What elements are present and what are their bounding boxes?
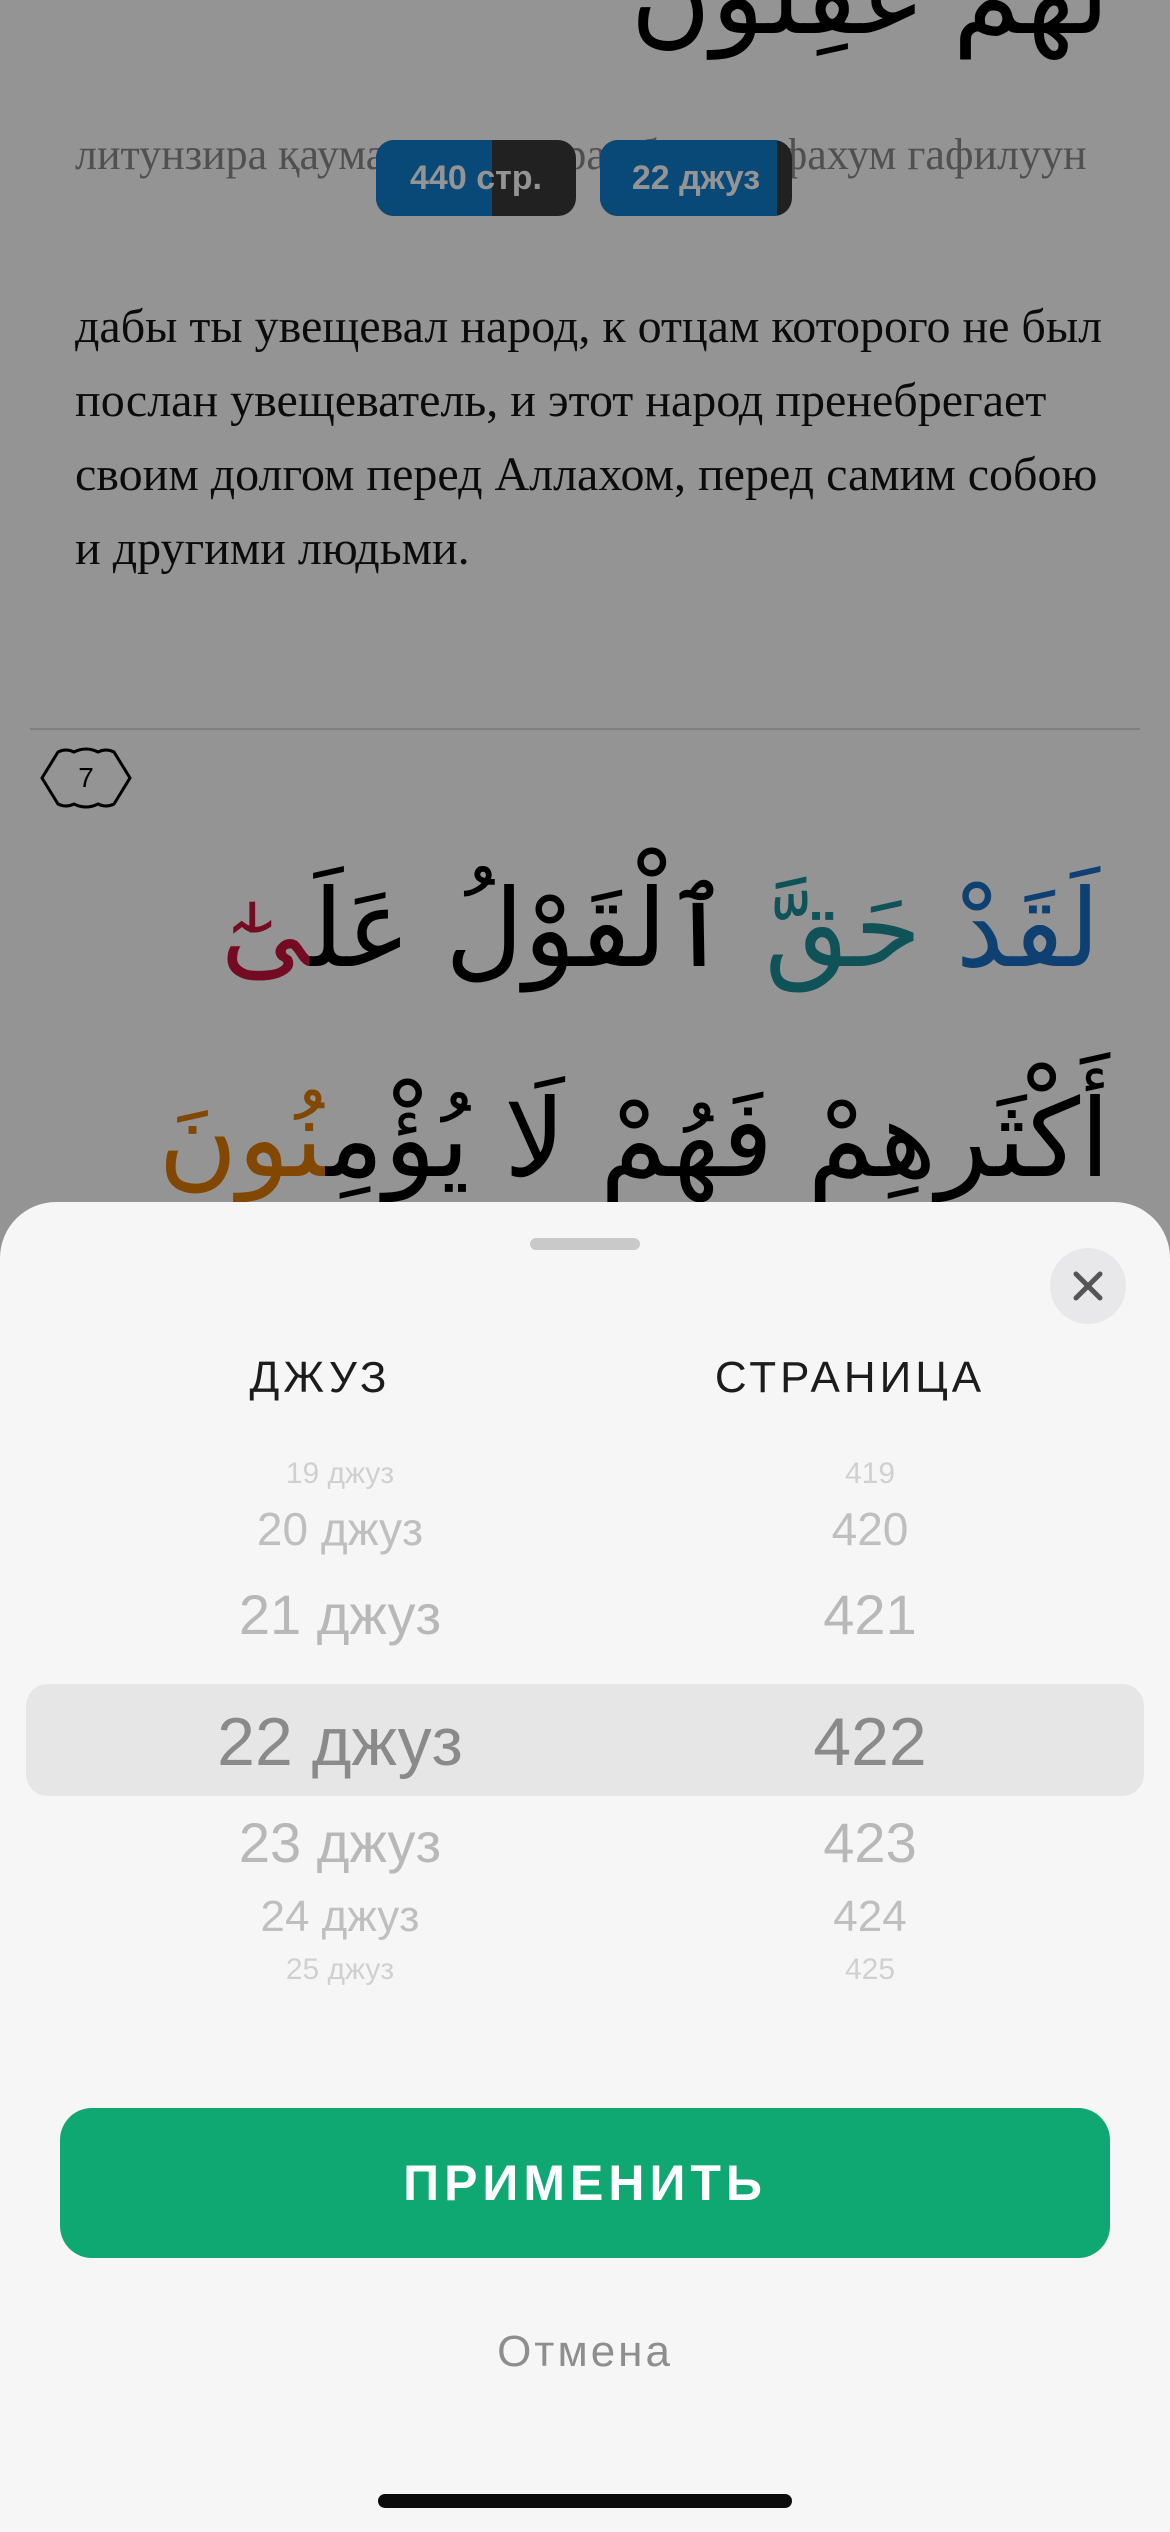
sheet-grabber[interactable] <box>530 1238 640 1250</box>
page-option[interactable]: 425 <box>660 1950 1080 1990</box>
page-option[interactable]: 424 <box>660 1884 1080 1950</box>
juz-option[interactable]: 20 джуз <box>130 1494 550 1564</box>
close-icon <box>1073 1271 1103 1301</box>
juz-column-header: ДЖУЗ <box>249 1353 391 1402</box>
juz-option[interactable]: 23 джуз <box>130 1800 550 1884</box>
juz-option[interactable]: 24 джуз <box>130 1884 550 1950</box>
home-indicator <box>378 2494 792 2508</box>
apply-button[interactable]: ПРИМЕНИТЬ <box>60 2108 1110 2258</box>
navigation-bottom-sheet: ДЖУЗ СТРАНИЦА 19 джуз 20 джуз 21 джуз 22 дж… <box>0 1202 1170 2532</box>
close-button[interactable] <box>1050 1248 1126 1324</box>
page-option-selected[interactable]: 422 <box>660 1690 1080 1794</box>
cancel-button[interactable]: Отмена <box>385 2312 785 2392</box>
juz-option[interactable]: 21 джуз <box>130 1574 550 1654</box>
page-picker-wheel[interactable]: 419 420 421 422 423 424 425 <box>660 1454 1080 1986</box>
page-option[interactable]: 421 <box>660 1574 1080 1654</box>
juz-option[interactable]: 19 джуз <box>130 1454 550 1494</box>
juz-option[interactable]: 25 джуз <box>130 1950 550 1990</box>
juz-option-selected[interactable]: 22 джуз <box>130 1690 550 1794</box>
page-option[interactable]: 423 <box>660 1800 1080 1884</box>
page-option[interactable]: 420 <box>660 1494 1080 1564</box>
juz-picker-wheel[interactable]: 19 джуз 20 джуз 21 джуз 22 джуз 23 джуз 24 дж… <box>130 1454 550 1986</box>
page-column-header: СТРАНИЦА <box>714 1353 986 1402</box>
page-option[interactable]: 419 <box>660 1454 1080 1494</box>
